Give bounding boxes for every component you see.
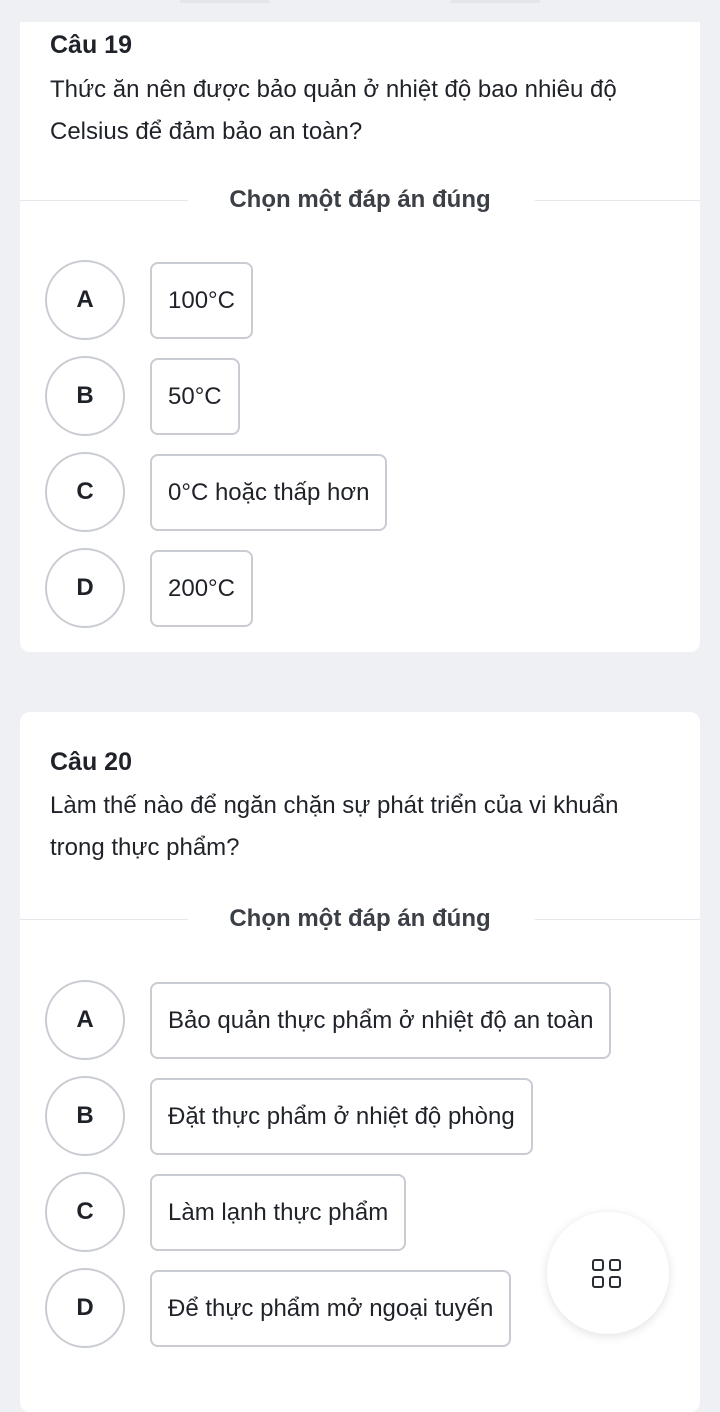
option-letter: D	[45, 548, 125, 628]
option-text: 50°C	[150, 358, 240, 435]
question-grid-button[interactable]	[547, 1212, 669, 1334]
question-text: Làm thế nào để ngăn chặn sự phát triển c…	[50, 792, 619, 861]
option-letter: B	[45, 1076, 125, 1156]
top-strip	[0, 0, 720, 22]
top-strip-nub	[180, 0, 270, 3]
instruction-divider: Chọn một đáp án đúng	[20, 185, 700, 215]
top-strip-nub	[450, 0, 540, 3]
option-text: Để thực phẩm mở ngoại tuyến	[150, 1270, 512, 1347]
option-letter: A	[45, 260, 125, 340]
divider-line-right	[535, 919, 700, 920]
option-letter: B	[45, 356, 125, 436]
option-text: Bảo quản thực phẩm ở nhiệt độ an toàn	[150, 982, 612, 1059]
grid-icon	[592, 1259, 622, 1289]
option-letter: A	[45, 980, 125, 1060]
option-letter: C	[45, 452, 125, 532]
option-text: 0°C hoặc thấp hơn	[150, 454, 388, 531]
instruction-divider: Chọn một đáp án đúng	[20, 904, 700, 934]
question-card-19: Câu 19 Thức ăn nên được bảo quản ở nhiệt…	[20, 22, 700, 652]
option-text: 100°C	[150, 262, 253, 339]
option-letter: C	[45, 1172, 125, 1252]
option-text: Làm lạnh thực phẩm	[150, 1174, 407, 1251]
question-text: Thức ăn nên được bảo quản ở nhiệt độ bao…	[50, 76, 617, 145]
option-letter: D	[45, 1268, 125, 1348]
divider-line-right	[535, 200, 700, 201]
question-number: Câu 19	[50, 31, 132, 59]
option-text: 200°C	[150, 550, 253, 627]
option-text: Đặt thực phẩm ở nhiệt độ phòng	[150, 1078, 533, 1155]
question-number: Câu 20	[50, 748, 132, 776]
